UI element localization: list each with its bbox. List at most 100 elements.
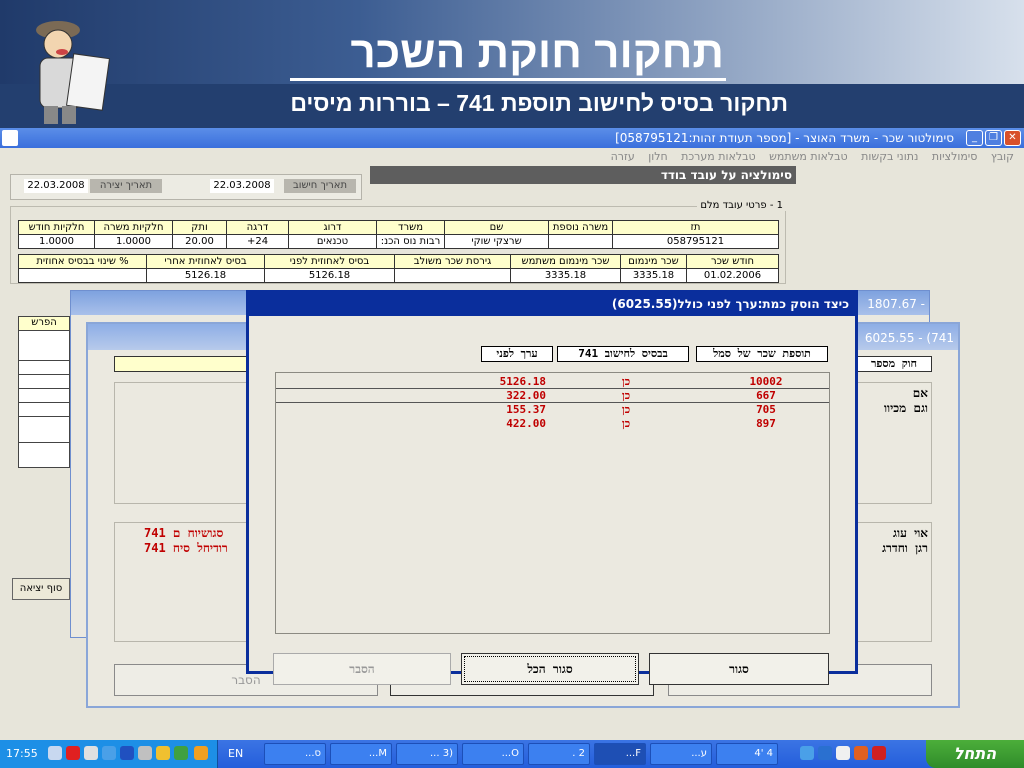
- taskbar-button[interactable]: ס...: [264, 743, 326, 765]
- list-item[interactable]: 897 כן 422.00: [276, 417, 829, 431]
- table-row: 01.02.2006 3335.18 3335.18 5126.18 5126.…: [18, 268, 779, 283]
- monitor-icon[interactable]: [120, 746, 134, 760]
- cell-name[interactable]: שרצקי שוקי: [444, 234, 549, 249]
- row-code: 667: [756, 389, 776, 402]
- taskbar-button[interactable]: 2 .: [528, 743, 590, 765]
- network-icon[interactable]: [102, 746, 116, 760]
- col-grade: דרגה: [226, 220, 289, 235]
- app-icon[interactable]: [2, 130, 18, 146]
- col-job-fraction: חלקיות משרה: [94, 220, 173, 235]
- menu-file[interactable]: קובץ: [991, 150, 1014, 163]
- mail-icon[interactable]: [84, 746, 98, 760]
- cell-base-change[interactable]: [18, 268, 147, 283]
- row-code: 10002: [749, 375, 783, 388]
- firefox-icon[interactable]: [854, 746, 868, 760]
- cell-job-fraction[interactable]: 1.0000: [94, 234, 173, 249]
- cell-extra-job[interactable]: [548, 234, 613, 249]
- volume-icon[interactable]: [48, 746, 62, 760]
- col-min-wage-user: שכר מינמום משתמש: [510, 254, 621, 269]
- presentation-banner: תחקור חוקת השכר תחקור בסיס לחישוב תוספת …: [0, 0, 1024, 128]
- app-quicklaunch-icon[interactable]: [872, 746, 886, 760]
- taskbar-button[interactable]: O...: [462, 743, 524, 765]
- law-number-label: חוק מספר: [856, 356, 932, 372]
- taskbar: 17:55 EN ס... M... (3 ... O... 2 . F... …: [0, 740, 1024, 768]
- cell-grade[interactable]: 24+: [226, 234, 289, 249]
- create-date-label: תאריך יצירה: [90, 179, 162, 193]
- employee-group-title: 1 - פרטי עובד מלם: [697, 200, 786, 211]
- exit-button[interactable]: סוף יציאה: [12, 578, 70, 600]
- explain-button[interactable]: הסבר: [273, 653, 451, 685]
- menu-window[interactable]: חלון: [648, 150, 667, 163]
- close-all-button[interactable]: סגור הכל: [461, 653, 639, 685]
- create-date-field[interactable]: 22.03.2008: [24, 179, 88, 193]
- taskbar-button[interactable]: ע...: [650, 743, 712, 765]
- taskbar-button-active[interactable]: F...: [594, 743, 646, 765]
- cell-min-wage-user[interactable]: 3335.18: [510, 268, 621, 283]
- row-code: 897: [756, 417, 776, 430]
- restore-icon[interactable]: ❐: [985, 130, 1002, 146]
- row-value: 155.37: [506, 403, 546, 416]
- col-base-after: בסיס לאחוזית אחרי: [146, 254, 265, 269]
- taskbar-button[interactable]: 4 '4: [716, 743, 778, 765]
- menu-simulations[interactable]: סימולציות: [932, 150, 978, 163]
- cell-min-wage[interactable]: 3335.18: [620, 268, 687, 283]
- clock[interactable]: 17:55: [6, 747, 38, 760]
- cell-salary-month[interactable]: 01.02.2006: [686, 268, 779, 283]
- salary-table: חודש שכר שכר מינמום שכר מינמום משתמש גיר…: [18, 254, 779, 283]
- col-base-change: % שינוי בבסיס אחוזית: [18, 254, 147, 269]
- col-combined-version: גירסת שכר משולב: [394, 254, 511, 269]
- cell-rank[interactable]: טכנאים: [288, 234, 377, 249]
- rule-red-a: 741 סגושיוח ם: [144, 526, 224, 540]
- col-id: תז: [612, 220, 779, 235]
- window-title: סימולטור שכר - משרד האוצר - [מספר תעודת …: [615, 131, 954, 145]
- rule-text-other2: רגן וחדרג: [882, 541, 928, 555]
- menu-bar: קובץ סימולציות נתוני בקשות טבלאות משתמש …: [0, 148, 1024, 165]
- list-item[interactable]: 10002 כן 5126.18: [276, 375, 829, 389]
- menu-help[interactable]: עזרה: [611, 150, 635, 163]
- col-rank: דרוג: [288, 220, 377, 235]
- media-icon[interactable]: [836, 746, 850, 760]
- folder-icon[interactable]: [156, 746, 170, 760]
- cell-id[interactable]: 058795121: [612, 234, 779, 249]
- cell-base-after[interactable]: 5126.18: [146, 268, 265, 283]
- minimize-icon[interactable]: _: [966, 130, 983, 146]
- cell-seniority[interactable]: 20.00: [172, 234, 227, 249]
- app-titlebar: סימולטור שכר - משרד האוצר - [מספר תעודת …: [0, 128, 1024, 148]
- calc-date-field[interactable]: 22.03.2008: [210, 179, 274, 193]
- taskbar-button[interactable]: M...: [330, 743, 392, 765]
- list-item[interactable]: 667 כן 322.00: [276, 389, 829, 403]
- col-before-header: ערך לפני: [481, 346, 553, 362]
- explanation-dialog: כיצד הוסק כמת:ערך לפני כולל(6025.55) תוס…: [246, 290, 858, 685]
- dialog-title: כיצד הוסק כמת:ערך לפני כולל(6025.55): [611, 297, 849, 311]
- cell-office[interactable]: רבות נוס הכנ:: [376, 234, 445, 249]
- close-button[interactable]: סגור: [649, 653, 829, 685]
- cell-base-before[interactable]: 5126.18: [264, 268, 395, 283]
- row-value: 422.00: [506, 417, 546, 430]
- row-base: כן: [621, 375, 631, 388]
- cell-combined-version[interactable]: [394, 268, 511, 283]
- system-tray: 17:55: [0, 740, 218, 768]
- diff-column: הפרש: [18, 316, 70, 468]
- language-indicator[interactable]: EN: [228, 747, 243, 760]
- menu-system-tables[interactable]: טבלאות מערכת: [681, 150, 755, 163]
- start-button[interactable]: התחל: [926, 740, 1024, 768]
- taskbar-button[interactable]: (3 ...: [396, 743, 458, 765]
- shield-icon[interactable]: [194, 746, 208, 760]
- cell-month-fraction[interactable]: 1.0000: [18, 234, 95, 249]
- mascot-illustration: [36, 21, 111, 124]
- calc-date-label: תאריך חישוב: [284, 179, 356, 193]
- desktop-icon[interactable]: [818, 746, 832, 760]
- browser-icon[interactable]: [800, 746, 814, 760]
- close-icon[interactable]: ✕: [1004, 130, 1021, 146]
- printer-icon[interactable]: [138, 746, 152, 760]
- update-icon[interactable]: [174, 746, 188, 760]
- list-item[interactable]: 705 כן 155.37: [276, 403, 829, 417]
- employee-table: תז משרה נוספת שם משרד דרוג דרגה ותק חלקי…: [18, 220, 779, 249]
- col-office: משרד: [376, 220, 445, 235]
- diff-column-header: הפרש: [19, 317, 69, 331]
- breakdown-list[interactable]: 10002 כן 5126.18 667 כן 322.00 705 כן 15…: [275, 372, 830, 634]
- menu-user-tables[interactable]: טבלאות משתמש: [769, 150, 848, 163]
- rule-red-b: 741 רודיחל סיח: [144, 541, 228, 555]
- menu-requests[interactable]: נתוני בקשות: [861, 150, 918, 163]
- antivirus-icon[interactable]: [66, 746, 80, 760]
